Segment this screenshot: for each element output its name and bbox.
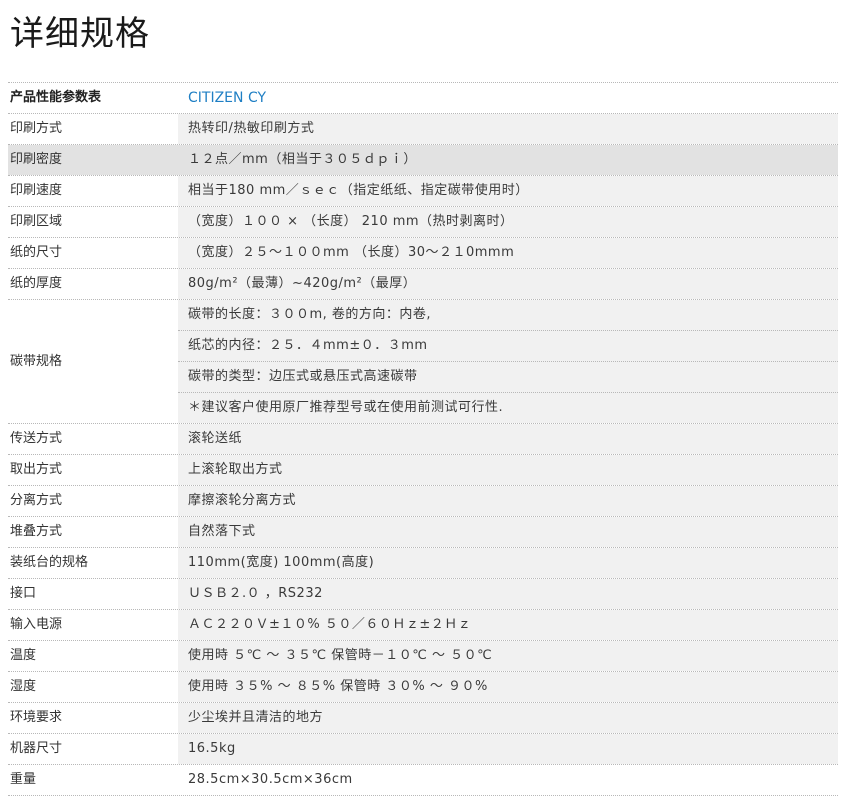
table-row: 印刷方式 热转印/热敏印刷方式	[8, 114, 838, 145]
ribbon-note: ＊建议客户使用原厂推荐型号或在使用前测试可行性.	[178, 393, 838, 423]
table-row: 堆叠方式 自然落下式	[8, 517, 838, 548]
row-value: 热转印/热敏印刷方式	[178, 114, 838, 144]
row-value: 相当于180 mm／ｓｅｃ（指定纸纸、指定碳带使用时）	[178, 176, 838, 206]
spec-page: 详细规格 产品性能参数表 CITIZEN CY 印刷方式 热转印/热敏印刷方式 …	[0, 0, 842, 800]
row-key: 重量	[10, 772, 37, 787]
ribbon-values: 碳带的长度：３００m, 卷的方向：内卷, 纸芯的内径：２５．４mm±０．３mm …	[178, 300, 838, 423]
row-key: 纸的尺寸	[10, 245, 63, 260]
ribbon-spec-group: 碳带规格 碳带的长度：３００m, 卷的方向：内卷, 纸芯的内径：２５．４mm±０…	[8, 300, 838, 424]
table-header-row: 产品性能参数表 CITIZEN CY	[8, 83, 838, 114]
row-value: 80g/m²（最薄）~420g/m²（最厚）	[178, 269, 838, 299]
table-row: 机器尺寸 16.5kg	[8, 734, 838, 765]
table-row: 接口 ＵＳＢ２.０ ，RS232	[8, 579, 838, 610]
page-title: 详细规格	[10, 14, 150, 54]
row-value: 滚轮送纸	[178, 424, 838, 454]
row-key: 印刷区域	[10, 214, 63, 229]
row-value: （宽度）１００ × （长度） 210 mm（热时剥离时）	[178, 207, 838, 237]
row-value: 110mm(宽度) 100mm(高度)	[178, 548, 838, 578]
row-key: 湿度	[10, 679, 37, 694]
row-key: 印刷密度	[8, 145, 178, 175]
row-key: 堆叠方式	[10, 524, 63, 539]
table-row: 重量 28.5cm×30.5cm×36cm	[8, 765, 838, 796]
ribbon-key: 碳带规格	[10, 353, 63, 369]
row-value: 上滚轮取出方式	[178, 455, 838, 485]
table-row: 取出方式 上滚轮取出方式	[8, 455, 838, 486]
row-value: 使用時 ３５% ～ ８５% 保管時 ３０% ～ ９０%	[178, 672, 838, 702]
row-key: 接口	[10, 586, 37, 601]
table-row: 印刷区域 （宽度）１００ × （长度） 210 mm（热时剥离时）	[8, 207, 838, 238]
table-row: 印刷速度 相当于180 mm／ｓｅｃ（指定纸纸、指定碳带使用时）	[8, 176, 838, 207]
ribbon-value: 碳带的类型：边压式或悬压式高速碳带	[178, 362, 838, 393]
table-row: 湿度 使用時 ３５% ～ ８５% 保管時 ３０% ～ ９０%	[8, 672, 838, 703]
row-key: 环境要求	[10, 710, 63, 725]
table-row: 输入电源 ＡＣ２２０Ｖ±１０% ５０／６０Ｈｚ±２Ｈｚ	[8, 610, 838, 641]
table-row-highlighted: 印刷密度 １２点／mm（相当于３０５ｄｐｉ）	[8, 145, 838, 176]
table-row: 环境要求 少尘埃并且清洁的地方	[8, 703, 838, 734]
table-row: 传送方式 滚轮送纸	[8, 424, 838, 455]
ribbon-value: 纸芯的内径：２５．４mm±０．３mm	[178, 331, 838, 362]
table-row: 温度 使用時 ５℃ ～ ３５℃ 保管時－１０℃ ～ ５０℃	[8, 641, 838, 672]
row-value: ＡＣ２２０Ｖ±１０% ５０／６０Ｈｚ±２Ｈｚ	[178, 610, 838, 640]
row-value: （宽度）２５～１００mm （长度）30～２１0mmm	[178, 238, 838, 268]
row-key: 机器尺寸	[10, 741, 63, 756]
row-value: 少尘埃并且清洁的地方	[178, 703, 838, 733]
row-key: 印刷速度	[10, 183, 63, 198]
row-key: 装纸台的规格	[10, 555, 89, 570]
row-value: 摩擦滚轮分离方式	[178, 486, 838, 516]
ribbon-value: 碳带的长度：３００m, 卷的方向：内卷,	[178, 300, 838, 331]
header-value: CITIZEN CY	[178, 83, 838, 113]
row-key: 温度	[10, 648, 37, 663]
header-key: 产品性能参数表	[10, 90, 102, 105]
table-row: 纸的尺寸 （宽度）２５～１００mm （长度）30～２１0mmm	[8, 238, 838, 269]
row-key: 传送方式	[10, 431, 63, 446]
row-value: １２点／mm（相当于３０５ｄｐｉ）	[178, 145, 838, 175]
row-value: ＵＳＢ２.０ ，RS232	[178, 579, 838, 609]
row-value: 16.5kg	[178, 734, 838, 764]
row-value: 使用時 ５℃ ～ ３５℃ 保管時－１０℃ ～ ５０℃	[178, 641, 838, 671]
table-row: 纸的厚度 80g/m²（最薄）~420g/m²（最厚）	[8, 269, 838, 300]
row-value: 自然落下式	[178, 517, 838, 547]
row-value: 28.5cm×30.5cm×36cm	[178, 765, 838, 795]
table-row: 分离方式 摩擦滚轮分离方式	[8, 486, 838, 517]
row-key: 分离方式	[10, 493, 63, 508]
row-key: 纸的厚度	[10, 276, 63, 291]
table-row: 装纸台的规格 110mm(宽度) 100mm(高度)	[8, 548, 838, 579]
row-key: 取出方式	[10, 462, 63, 477]
row-key: 印刷方式	[10, 121, 63, 136]
row-key: 输入电源	[10, 617, 63, 632]
spec-table: 产品性能参数表 CITIZEN CY 印刷方式 热转印/热敏印刷方式 印刷密度 …	[8, 82, 838, 796]
